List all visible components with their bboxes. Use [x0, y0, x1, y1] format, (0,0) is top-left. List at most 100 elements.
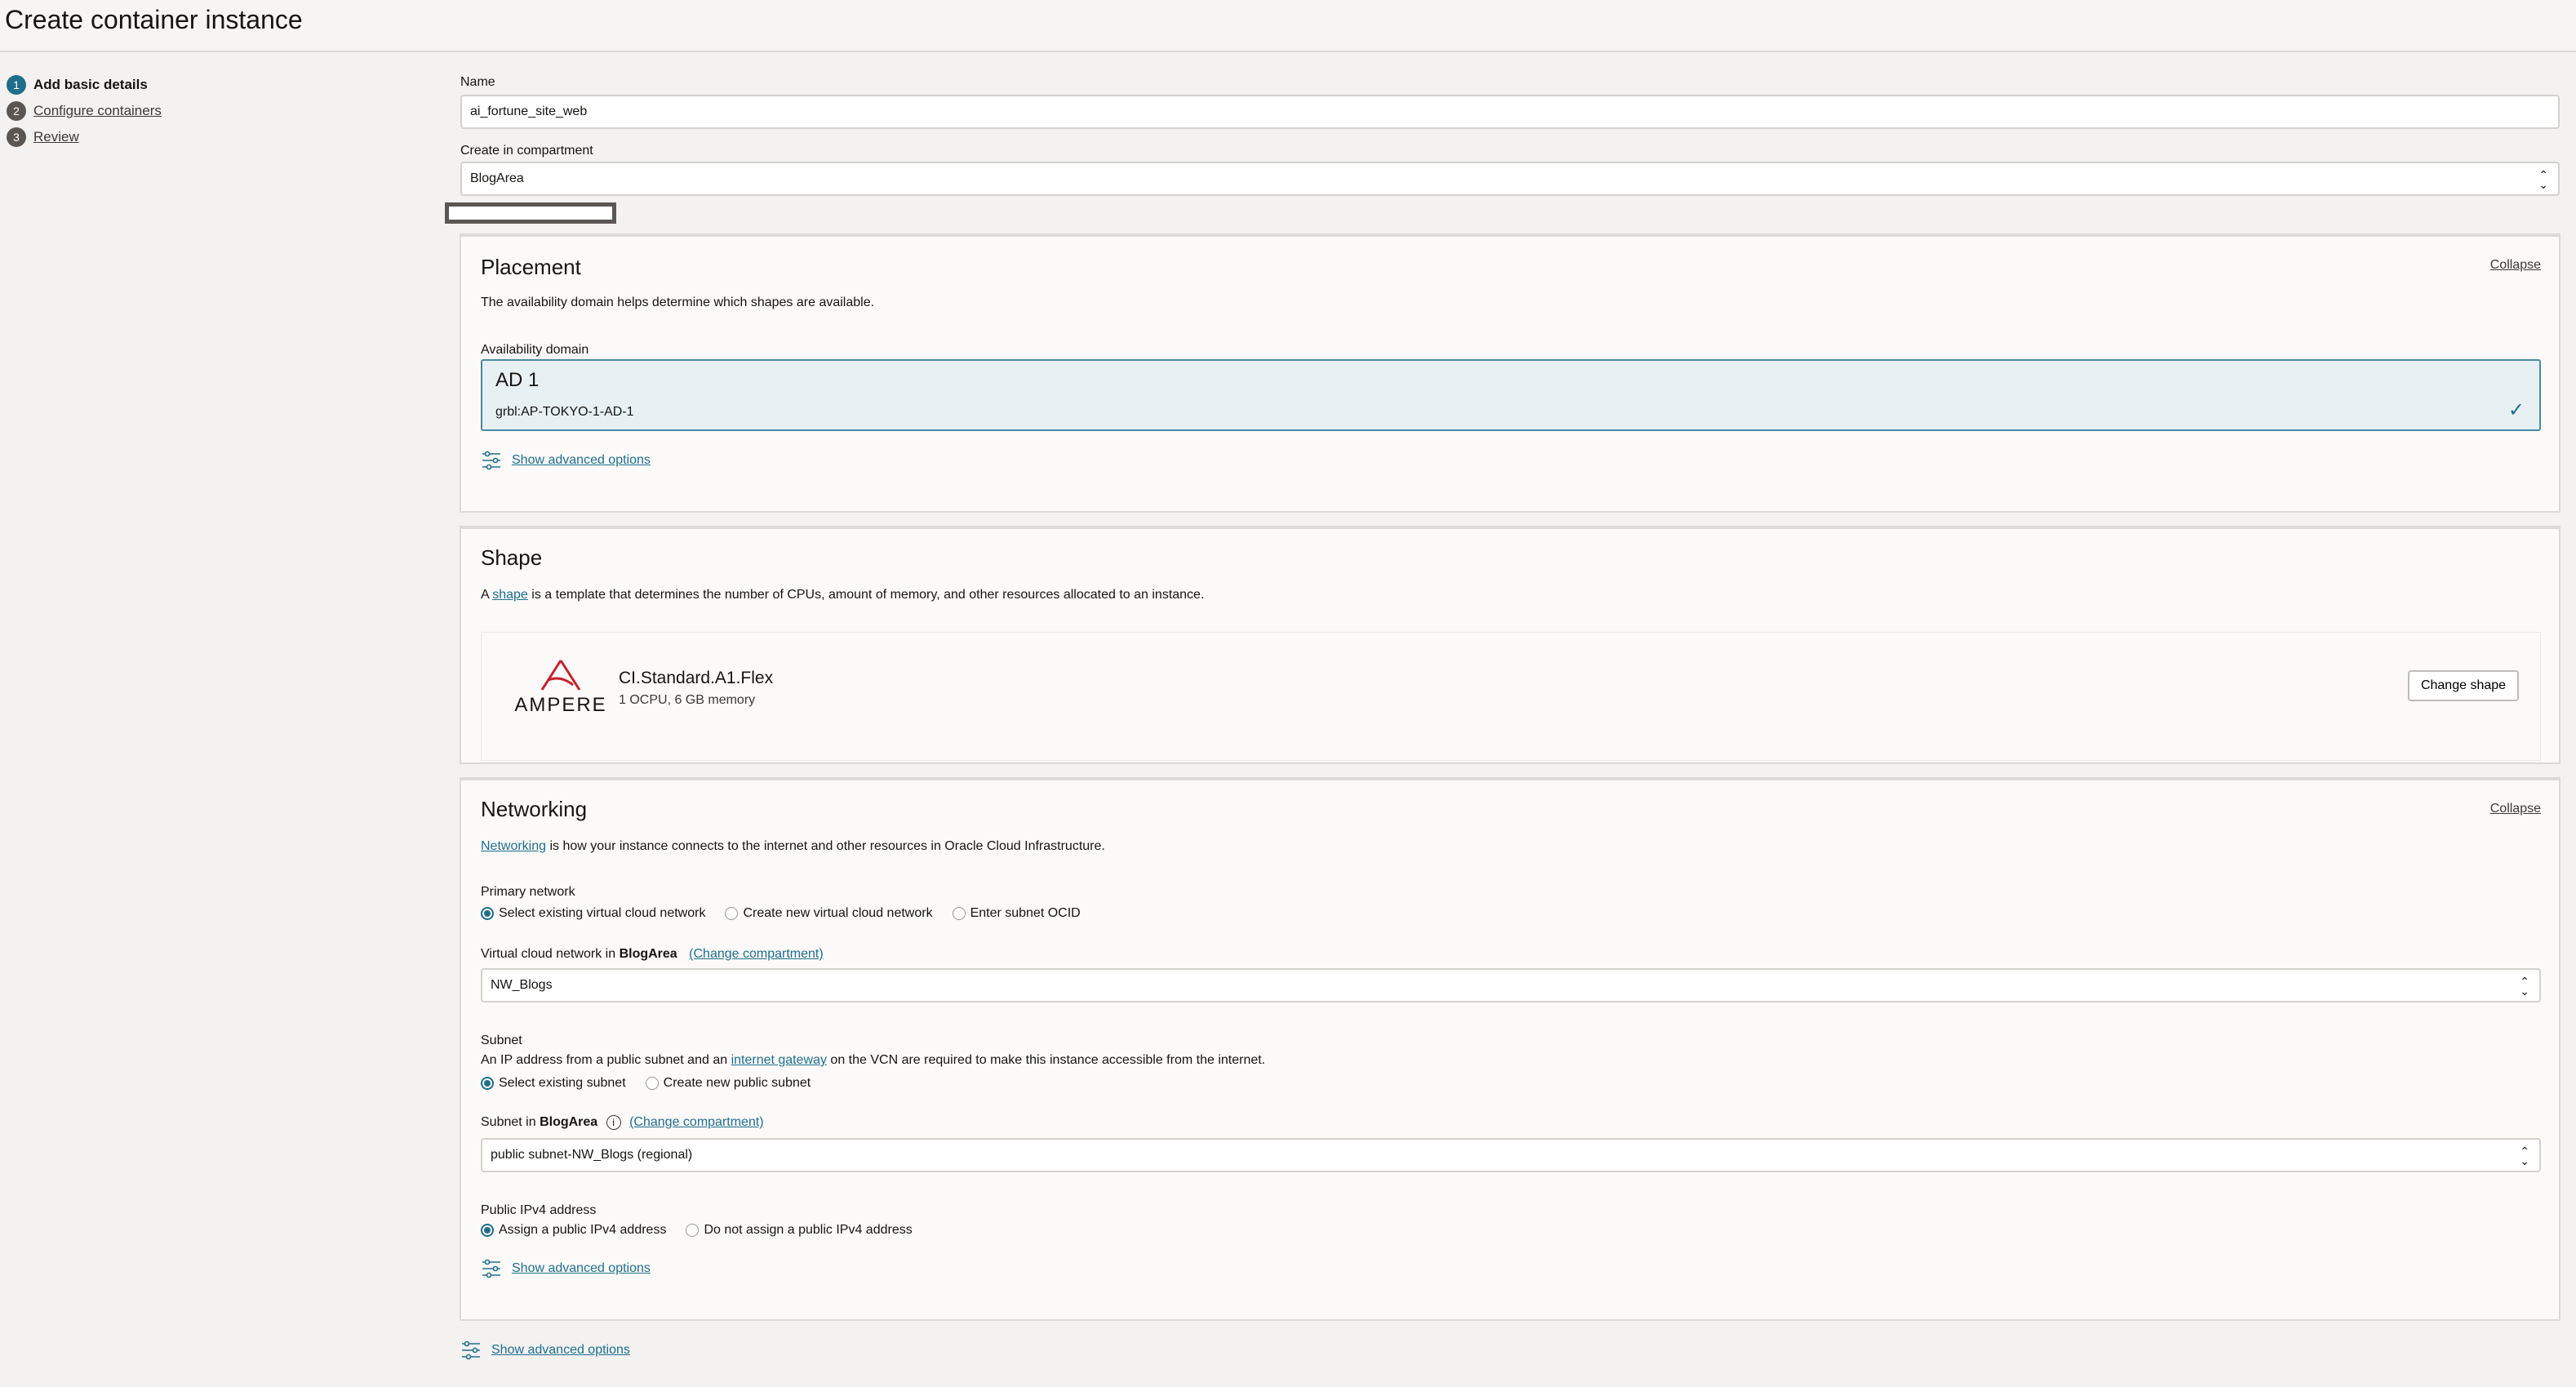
availability-domain-label: Availability domain [481, 343, 589, 357]
selected-shape-card: AMPERE CI.Standard.A1.Flex 1 OCPU, 6 GB … [481, 632, 2541, 761]
radio-dot [686, 1224, 700, 1237]
placement-description: The availability domain helps determine … [481, 296, 875, 309]
sliders-icon [482, 451, 500, 470]
compartment-label: Create in compartment [460, 144, 593, 158]
step-add-basic-details[interactable]: 1 Add basic details [7, 72, 162, 98]
select-arrows-icon: ⌃ ⌄ [2538, 168, 2548, 191]
sliders-icon [462, 1340, 480, 1360]
radio-label: Do not assign a public IPv4 address [704, 1223, 913, 1237]
subnet-description: An IP address from a public subnet and a… [481, 1053, 1265, 1068]
primary-network-radio-group: Select existing virtual cloud network Cr… [481, 906, 1100, 921]
select-arrows-icon: ⌃ ⌄ [2520, 1145, 2529, 1167]
subnet-select[interactable]: public subnet-NW_Blogs (regional) ⌃ ⌄ [481, 1138, 2541, 1172]
ad-name: AD 1 [495, 369, 540, 391]
step-label: Review [33, 129, 79, 144]
shape-desc-suffix: is a template that determines the number… [527, 588, 1205, 602]
subnet-desc-prefix: An IP address from a public subnet and a… [481, 1053, 731, 1067]
radio-label: Enter subnet OCID [970, 906, 1081, 920]
radio-enter-subnet-ocid[interactable]: Enter subnet OCID [952, 906, 1081, 921]
subnet-radio-group: Select existing subnet Create new public… [481, 1076, 830, 1091]
radio-dot [725, 907, 739, 920]
radio-create-new-public-subnet[interactable]: Create new public subnet [645, 1076, 811, 1091]
radio-dot [645, 1077, 659, 1090]
vcn-value: NW_Blogs [491, 978, 553, 992]
radio-dot [481, 1077, 494, 1090]
networking-doc-link[interactable]: Networking [481, 839, 546, 853]
networking-collapse-link[interactable]: Collapse [2490, 802, 2541, 816]
shape-panel: Shape A shape is a template that determi… [460, 526, 2560, 764]
compartment-value: BlogArea [470, 171, 524, 185]
subnet-in-label: Subnet in BlogArea i (Change compartment… [481, 1115, 764, 1130]
advanced-options-label: Show advanced options [512, 453, 651, 467]
ampere-logo-icon: AMPERE [514, 660, 606, 714]
subnet-compartment: BlogArea [540, 1115, 598, 1130]
name-label: Name [460, 75, 495, 89]
radio-label: Select existing subnet [499, 1076, 626, 1090]
shape-name: CI.Standard.A1.Flex [619, 669, 774, 687]
radio-dot [481, 907, 494, 920]
step-number: 1 [7, 75, 26, 95]
vcn-label-prefix: Virtual cloud network in [481, 947, 620, 961]
change-shape-button[interactable]: Change shape [2408, 670, 2519, 701]
basic-details-form: Name ai_fortune_site_web Create in compa… [460, 73, 2560, 196]
focused-empty-field[interactable] [445, 202, 616, 224]
wizard-steps: 1 Add basic details 2 Configure containe… [7, 72, 162, 150]
radio-assign-public-ipv4[interactable]: Assign a public IPv4 address [481, 1223, 666, 1238]
step-label: Configure containers [33, 103, 162, 118]
page-title: Create container instance [5, 5, 303, 34]
networking-title: Networking [481, 797, 588, 821]
step-number: 2 [7, 101, 26, 121]
primary-network-label: Primary network [481, 885, 575, 899]
networking-desc-suffix: is how your instance connects to the int… [546, 839, 1105, 853]
placement-panel: Placement Collapse The availability doma… [460, 233, 2560, 513]
vcn-compartment: BlogArea [619, 947, 677, 961]
public-ipv4-label: Public IPv4 address [481, 1203, 597, 1217]
step-label: Add basic details [33, 77, 148, 92]
compartment-select[interactable]: BlogArea ⌃ ⌄ [460, 162, 2560, 196]
radio-select-existing-vcn[interactable]: Select existing virtual cloud network [481, 906, 705, 921]
vcn-select[interactable]: NW_Blogs ⌃ ⌄ [481, 968, 2541, 1002]
subnet-desc-suffix: on the VCN are required to make this ins… [826, 1053, 1266, 1067]
checkmark-icon: ✓ [2507, 399, 2525, 421]
ad-id: grbl:AP-TOKYO-1-AD-1 [495, 405, 634, 419]
info-icon[interactable]: i [606, 1115, 621, 1130]
name-input[interactable]: ai_fortune_site_web [460, 95, 2560, 129]
radio-label: Create new virtual cloud network [743, 906, 933, 920]
networking-description: Networking is how your instance connects… [481, 839, 1105, 854]
advanced-options-label: Show advanced options [512, 1261, 651, 1275]
placement-collapse-link[interactable]: Collapse [2490, 258, 2541, 273]
networking-panel: Networking Collapse Networking is how yo… [460, 777, 2560, 1321]
radio-dot [952, 907, 966, 920]
footer-advanced-options-link[interactable]: Show advanced options [460, 1340, 630, 1360]
step-configure-containers[interactable]: 2 Configure containers [7, 98, 162, 124]
subnet-change-compartment-link[interactable]: (Change compartment) [629, 1115, 764, 1129]
shape-description: A shape is a template that determines th… [481, 588, 1204, 602]
availability-domain-card[interactable]: AD 1 grbl:AP-TOKYO-1-AD-1 ✓ [481, 359, 2541, 431]
radio-label: Assign a public IPv4 address [499, 1223, 667, 1237]
subnet-label: Subnet [481, 1034, 522, 1047]
step-number: 3 [7, 127, 26, 147]
radio-create-new-vcn[interactable]: Create new virtual cloud network [725, 906, 933, 921]
vcn-change-compartment-link[interactable]: (Change compartment) [689, 947, 824, 961]
sliders-icon [482, 1259, 500, 1278]
ampere-logo-text: AMPERE [514, 694, 606, 714]
subnet-in-prefix: Subnet in [481, 1115, 540, 1130]
select-arrows-icon: ⌃ ⌄ [2520, 975, 2529, 998]
shape-title: Shape [481, 545, 543, 570]
step-review[interactable]: 3 Review [7, 124, 162, 150]
subnet-value: public subnet-NW_Blogs (regional) [491, 1148, 693, 1162]
ipv4-radio-group: Assign a public IPv4 address Do not assi… [481, 1223, 932, 1238]
radio-dot [481, 1224, 494, 1237]
radio-label: Create new public subnet [663, 1076, 811, 1090]
internet-gateway-link[interactable]: internet gateway [731, 1053, 827, 1067]
advanced-options-label: Show advanced options [491, 1343, 630, 1357]
radio-do-not-assign-ipv4[interactable]: Do not assign a public IPv4 address [686, 1223, 913, 1238]
shape-doc-link[interactable]: shape [492, 588, 528, 602]
name-value: ai_fortune_site_web [470, 104, 588, 118]
radio-label: Select existing virtual cloud network [499, 906, 706, 920]
placement-advanced-options-link[interactable]: Show advanced options [481, 451, 651, 470]
networking-advanced-options-link[interactable]: Show advanced options [481, 1259, 651, 1278]
vcn-label: Virtual cloud network in BlogArea (Chang… [481, 947, 824, 962]
page-header: Create container instance [0, 0, 2576, 52]
radio-select-existing-subnet[interactable]: Select existing subnet [481, 1076, 626, 1091]
